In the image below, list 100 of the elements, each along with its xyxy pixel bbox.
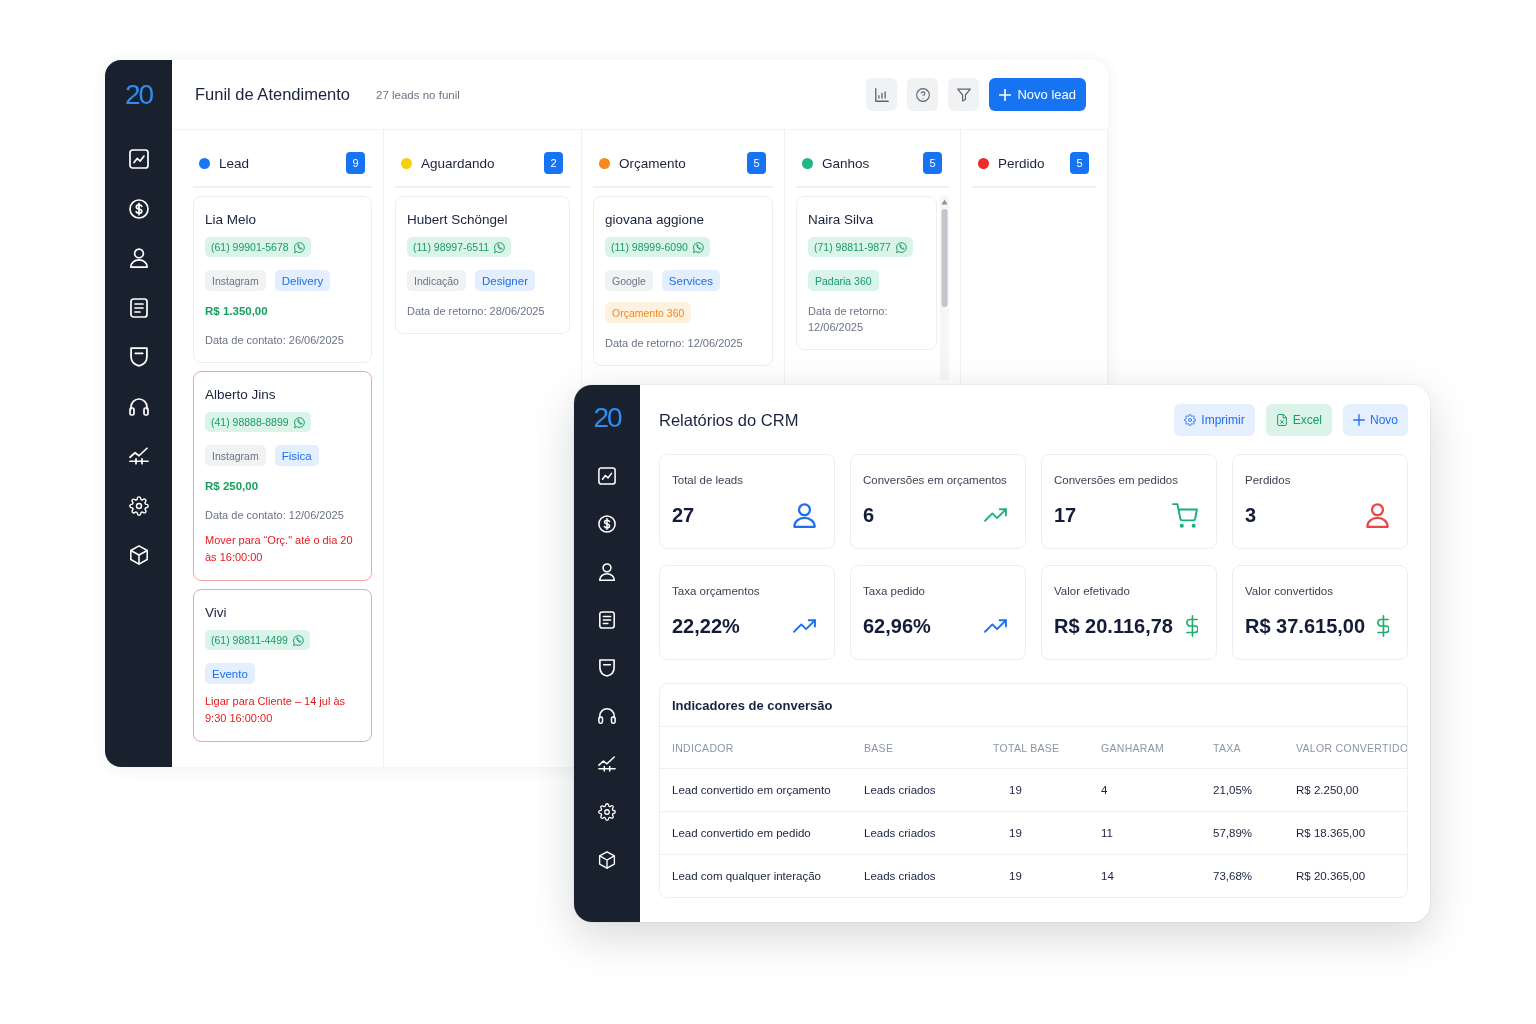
stat-label: Valor convertidos xyxy=(1245,584,1333,599)
stat-value: 62,96% xyxy=(863,614,931,638)
list-icon[interactable] xyxy=(598,611,616,629)
lead-card[interactable]: Lia Melo (61) 99901-5678 Instagram Delivery R$ 1.350,00 Data de contato: 26/06/2025 xyxy=(193,196,372,363)
cube-icon[interactable] xyxy=(128,545,149,565)
table-cell: Leads criados xyxy=(852,854,981,897)
tag: Evento xyxy=(205,663,255,684)
whatsapp-icon xyxy=(293,241,305,253)
lead-card[interactable]: Hubert Schöngel (11) 98997-6511 Indicação Designer Data de retorno: 28/06/2025 xyxy=(395,196,570,334)
date-text: Data de retorno: 12/06/2025 xyxy=(808,304,889,335)
column-title: Orçamento xyxy=(619,155,686,171)
table-cell: Lead convertido em pedido xyxy=(660,811,852,855)
table-title: Indicadores de conversão xyxy=(672,697,833,713)
chart-button[interactable] xyxy=(866,78,898,111)
date-text: Data de contato: 26/06/2025 xyxy=(205,333,344,348)
table-cell: 73,68% xyxy=(1201,854,1284,897)
table-cell: 21,05% xyxy=(1201,768,1284,812)
excel-button[interactable]: Excel xyxy=(1265,404,1332,436)
stat-label: Perdidos xyxy=(1245,473,1291,488)
table-cell: Lead convertido em orçamento xyxy=(660,768,852,812)
lead-card[interactable]: Vivi (61) 98811-4499 Evento Ligar para Cliente – 14 jul às 9:30 16:00:00 xyxy=(193,589,372,742)
tag: Delivery xyxy=(274,270,331,291)
count-badge: 5 xyxy=(747,152,766,174)
cube-icon[interactable] xyxy=(598,851,616,869)
whatsapp-icon xyxy=(895,241,907,253)
column-title: Ganhos xyxy=(822,155,870,171)
date-text: Data de contato: 12/06/2025 xyxy=(205,508,344,523)
lead-card[interactable]: giovana aggione (11) 98999-6090 Google Services Orçamento 360 Data de retorno: 12/06/2025 xyxy=(593,196,773,366)
page-title: Funil de Atendimento xyxy=(195,85,351,104)
table-cell: 19 xyxy=(981,854,1089,897)
tag: Instagram xyxy=(205,445,266,466)
dollar-circle-icon[interactable] xyxy=(598,515,616,533)
lead-card[interactable]: Naira Silva (71) 98811-9877 Padaria 360 Data de retorno: 12/06/2025 xyxy=(796,196,937,350)
whatsapp-icon xyxy=(494,241,506,253)
date-text: Data de retorno: 12/06/2025 xyxy=(605,336,743,351)
stat-value: R$ 20.116,78 xyxy=(1054,614,1173,638)
settings-icon[interactable] xyxy=(598,803,616,821)
reminder-text: Mover para “Orç." até o dia 20 às 16:00:00 xyxy=(205,533,354,565)
filter-button[interactable] xyxy=(948,78,980,111)
chart-icon[interactable] xyxy=(598,755,616,773)
chart-icon xyxy=(874,87,889,102)
chart-icon[interactable] xyxy=(128,446,149,466)
dashboard-icon[interactable] xyxy=(128,149,149,169)
reminder-text: Ligar para Cliente – 14 jul às 9:30 16:00:00 xyxy=(205,694,347,726)
shield-icon[interactable] xyxy=(128,347,149,367)
stat-label: Valor efetivado xyxy=(1054,584,1130,599)
headset-icon[interactable] xyxy=(598,707,616,725)
column-header: TAXA xyxy=(1201,727,1284,769)
table-cell: R$ 2.250,00 xyxy=(1284,768,1407,812)
lead-name: giovana aggione xyxy=(605,211,705,229)
settings-icon[interactable] xyxy=(128,495,149,516)
table-cell: 4 xyxy=(1089,768,1201,812)
phone-link[interactable]: (11) 98999-6090 xyxy=(605,237,710,257)
lead-name: Lia Melo xyxy=(205,211,257,229)
tag: Fisica xyxy=(274,445,319,466)
stat-value: 17 xyxy=(1054,503,1077,527)
count-badge: 2 xyxy=(544,152,563,174)
column-title: Perdido xyxy=(998,155,1045,171)
lead-name: Vivi xyxy=(205,604,227,622)
phone-link[interactable]: (41) 98888-8899 xyxy=(205,412,311,432)
table-cell: R$ 20.365,00 xyxy=(1284,854,1407,897)
stat-label: Taxa pedido xyxy=(863,584,926,599)
user-icon[interactable] xyxy=(598,563,616,581)
table-cell: Leads criados xyxy=(852,768,981,812)
shield-icon[interactable] xyxy=(598,659,616,677)
tag: Orçamento 360 xyxy=(605,302,692,323)
table-cell: 14 xyxy=(1089,854,1201,897)
tag: Services xyxy=(661,270,720,291)
list-icon[interactable] xyxy=(128,297,149,318)
phone-link[interactable]: (11) 98997-6511 xyxy=(407,237,512,257)
phone-link[interactable]: (61) 99901-5678 xyxy=(205,237,311,257)
user-icon[interactable] xyxy=(128,248,149,268)
new-lead-button[interactable]: Novo lead xyxy=(989,78,1086,111)
dollar-circle-icon[interactable] xyxy=(128,198,149,219)
whatsapp-icon xyxy=(293,416,305,428)
table-cell: 19 xyxy=(981,768,1089,812)
plus-icon xyxy=(1353,414,1365,426)
dashboard-icon[interactable] xyxy=(598,467,616,485)
document-icon xyxy=(1275,414,1288,426)
headset-icon[interactable] xyxy=(128,396,149,417)
stat-label: Total de leads xyxy=(672,473,743,488)
stat-label: Conversões em pedidos xyxy=(1054,473,1178,488)
phone-link[interactable]: (71) 98811-9877 xyxy=(808,237,913,257)
phone-link[interactable]: (61) 98811-4499 xyxy=(205,630,310,650)
stat-value: 27 xyxy=(672,503,695,527)
stat-value: 22,22% xyxy=(672,614,740,638)
help-icon xyxy=(915,87,930,102)
tag: Padaria 360 xyxy=(808,270,879,291)
lead-count-text: 27 leads no funil xyxy=(376,88,460,101)
scrollbar[interactable] xyxy=(940,196,949,380)
table-cell: Lead com qualquer interação xyxy=(660,854,852,897)
lead-card[interactable]: Alberto Jins (41) 98888-8899 Instagram Fisica R$ 250,00 Data de contato: 12/06/2025 Mover para “Orç." até o dia 20 às 16:00:00 xyxy=(193,371,372,581)
tag: Designer xyxy=(474,270,535,291)
stat-label: Taxa orçamentos xyxy=(672,584,760,599)
deal-value: R$ 1.350,00 xyxy=(205,304,268,319)
help-button[interactable] xyxy=(907,78,939,111)
print-button[interactable]: Imprimir xyxy=(1174,404,1255,436)
whatsapp-icon xyxy=(692,241,704,253)
new-button[interactable]: Novo xyxy=(1343,404,1408,436)
table-cell: Leads criados xyxy=(852,811,981,855)
